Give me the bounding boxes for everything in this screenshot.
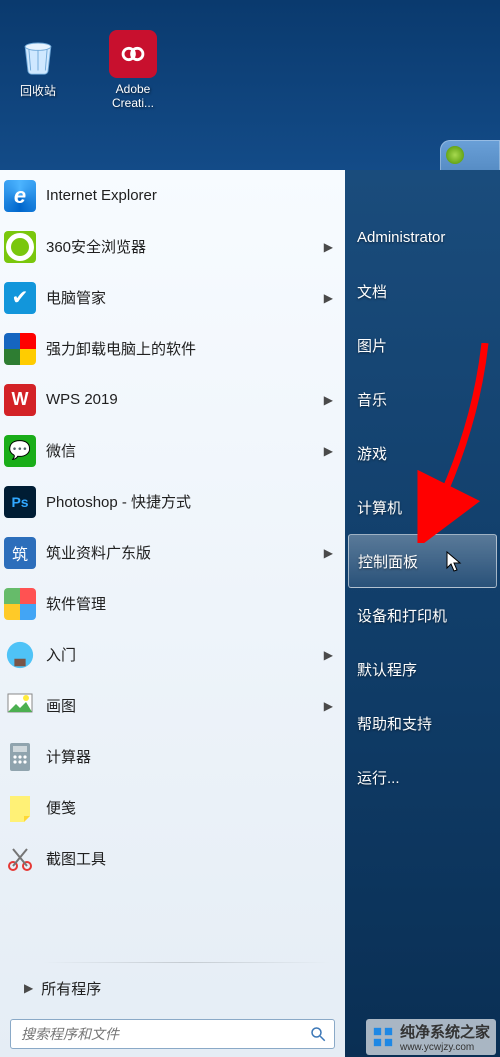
desktop: 回收站 Adobe Creati... Internet Explorer 360… bbox=[0, 0, 500, 1057]
start-item-sticky[interactable]: 便笺 bbox=[0, 782, 345, 833]
right-item-run[interactable]: 运行... bbox=[345, 750, 500, 804]
uninstall-icon bbox=[4, 333, 36, 365]
start-item-getstarted[interactable]: 入门 ▶ bbox=[0, 629, 345, 680]
start-item-wps[interactable]: WPS 2019 ▶ bbox=[0, 374, 345, 425]
start-item-zhuye[interactable]: 筑业资料广东版 ▶ bbox=[0, 527, 345, 578]
chevron-right-icon: ▶ bbox=[324, 444, 333, 458]
start-item-label: 微信 bbox=[46, 440, 318, 461]
start-item-label: 截图工具 bbox=[46, 848, 333, 869]
chevron-right-icon: ▶ bbox=[324, 546, 333, 560]
start-item-label: 软件管理 bbox=[46, 593, 333, 614]
start-item-label: WPS 2019 bbox=[46, 391, 318, 408]
chevron-right-icon: ▶ bbox=[324, 240, 333, 254]
right-item-computer[interactable]: 计算机 bbox=[345, 480, 500, 534]
start-item-paint[interactable]: 画图 ▶ bbox=[0, 680, 345, 731]
chevron-right-icon: ▶ bbox=[324, 393, 333, 407]
right-item-label: Administrator bbox=[357, 229, 445, 246]
start-item-wechat[interactable]: 微信 ▶ bbox=[0, 425, 345, 476]
start-item-calc[interactable]: 计算器 bbox=[0, 731, 345, 782]
right-item-label: 运行... bbox=[357, 767, 400, 788]
right-item-help[interactable]: 帮助和支持 bbox=[345, 696, 500, 750]
start-item-label: Internet Explorer bbox=[46, 187, 333, 204]
desktop-icon-adobe-cc[interactable]: Adobe Creati... bbox=[95, 30, 171, 110]
all-programs-label: 所有程序 bbox=[41, 978, 101, 999]
start-item-uninstall[interactable]: 强力卸载电脑上的软件 bbox=[0, 323, 345, 374]
start-item-snip[interactable]: 截图工具 bbox=[0, 833, 345, 884]
paint-icon bbox=[4, 690, 36, 722]
start-item-softmgr[interactable]: 软件管理 bbox=[0, 578, 345, 629]
desktop-icon-label: Adobe Creati... bbox=[112, 82, 154, 110]
right-item-devices[interactable]: 设备和打印机 bbox=[345, 588, 500, 642]
right-item-admin[interactable]: Administrator bbox=[345, 210, 500, 264]
right-item-label: 帮助和支持 bbox=[357, 713, 432, 734]
right-item-docs[interactable]: 文档 bbox=[345, 264, 500, 318]
right-item-music[interactable]: 音乐 bbox=[345, 372, 500, 426]
softmgr-icon bbox=[4, 588, 36, 620]
wps-icon bbox=[4, 384, 36, 416]
start-item-ie[interactable]: Internet Explorer bbox=[0, 170, 345, 221]
chevron-right-icon: ▶ bbox=[324, 291, 333, 305]
all-programs-button[interactable]: ▶ 所有程序 bbox=[0, 963, 345, 1013]
start-right-pane: Administrator 文档图片音乐游戏计算机控制面板设备和打印机默认程序帮助… bbox=[345, 170, 500, 1057]
right-item-label: 图片 bbox=[357, 335, 387, 356]
right-item-label: 文档 bbox=[357, 281, 387, 302]
browser360-icon bbox=[4, 231, 36, 263]
chevron-right-icon: ▶ bbox=[24, 981, 33, 995]
sticky-icon bbox=[4, 792, 36, 824]
ie-icon bbox=[4, 180, 36, 212]
watermark: 纯净系统之家 www.ycwjzy.com bbox=[366, 1019, 496, 1055]
start-item-label: 计算器 bbox=[46, 746, 333, 767]
right-item-label: 音乐 bbox=[357, 389, 387, 410]
right-item-label: 默认程序 bbox=[357, 659, 417, 680]
start-item-label: 便笺 bbox=[46, 797, 333, 818]
start-menu: Internet Explorer 360安全浏览器 ▶ 电脑管家 ▶ 强力卸载电脑上的软… bbox=[0, 170, 500, 1057]
chevron-right-icon: ▶ bbox=[324, 648, 333, 662]
right-item-label: 设备和打印机 bbox=[357, 605, 447, 626]
snip-icon bbox=[4, 843, 36, 875]
right-item-label: 计算机 bbox=[357, 497, 402, 518]
start-item-label: 入门 bbox=[46, 644, 318, 665]
watermark-url: www.ycwjzy.com bbox=[400, 1042, 490, 1053]
calc-icon bbox=[4, 741, 36, 773]
getstarted-icon bbox=[4, 639, 36, 671]
start-item-ps[interactable]: Photoshop - 快捷方式 bbox=[0, 476, 345, 527]
start-item-label: 强力卸载电脑上的软件 bbox=[46, 338, 333, 359]
desktop-icon-label: 回收站 bbox=[20, 84, 56, 98]
right-item-games[interactable]: 游戏 bbox=[345, 426, 500, 480]
zhuye-icon bbox=[4, 537, 36, 569]
watermark-text: 纯净系统之家 bbox=[400, 1021, 490, 1042]
right-item-default[interactable]: 默认程序 bbox=[345, 642, 500, 696]
start-search bbox=[10, 1019, 335, 1049]
chevron-right-icon: ▶ bbox=[324, 699, 333, 713]
wechat-icon bbox=[4, 435, 36, 467]
right-item-label: 控制面板 bbox=[358, 551, 418, 572]
desktop-icon-recycle-bin[interactable]: 回收站 bbox=[0, 30, 76, 99]
search-icon[interactable] bbox=[309, 1025, 327, 1043]
start-item-label: 筑业资料广东版 bbox=[46, 542, 318, 563]
watermark-logo-icon bbox=[372, 1026, 394, 1048]
ps-icon bbox=[4, 486, 36, 518]
right-item-control[interactable]: 控制面板 bbox=[348, 534, 497, 588]
adobe-cc-icon bbox=[109, 30, 157, 78]
search-input[interactable] bbox=[10, 1019, 335, 1049]
start-item-browser360[interactable]: 360安全浏览器 ▶ bbox=[0, 221, 345, 272]
start-item-label: 画图 bbox=[46, 695, 318, 716]
start-item-label: 电脑管家 bbox=[46, 287, 318, 308]
right-item-label: 游戏 bbox=[357, 443, 387, 464]
recycle-bin-icon bbox=[14, 30, 62, 78]
start-item-label: Photoshop - 快捷方式 bbox=[46, 491, 333, 512]
right-item-pics[interactable]: 图片 bbox=[345, 318, 500, 372]
start-item-guanjia[interactable]: 电脑管家 ▶ bbox=[0, 272, 345, 323]
start-left-pane: Internet Explorer 360安全浏览器 ▶ 电脑管家 ▶ 强力卸载电脑上的软… bbox=[0, 170, 345, 1057]
start-item-label: 360安全浏览器 bbox=[46, 236, 318, 257]
guanjia-icon bbox=[4, 282, 36, 314]
